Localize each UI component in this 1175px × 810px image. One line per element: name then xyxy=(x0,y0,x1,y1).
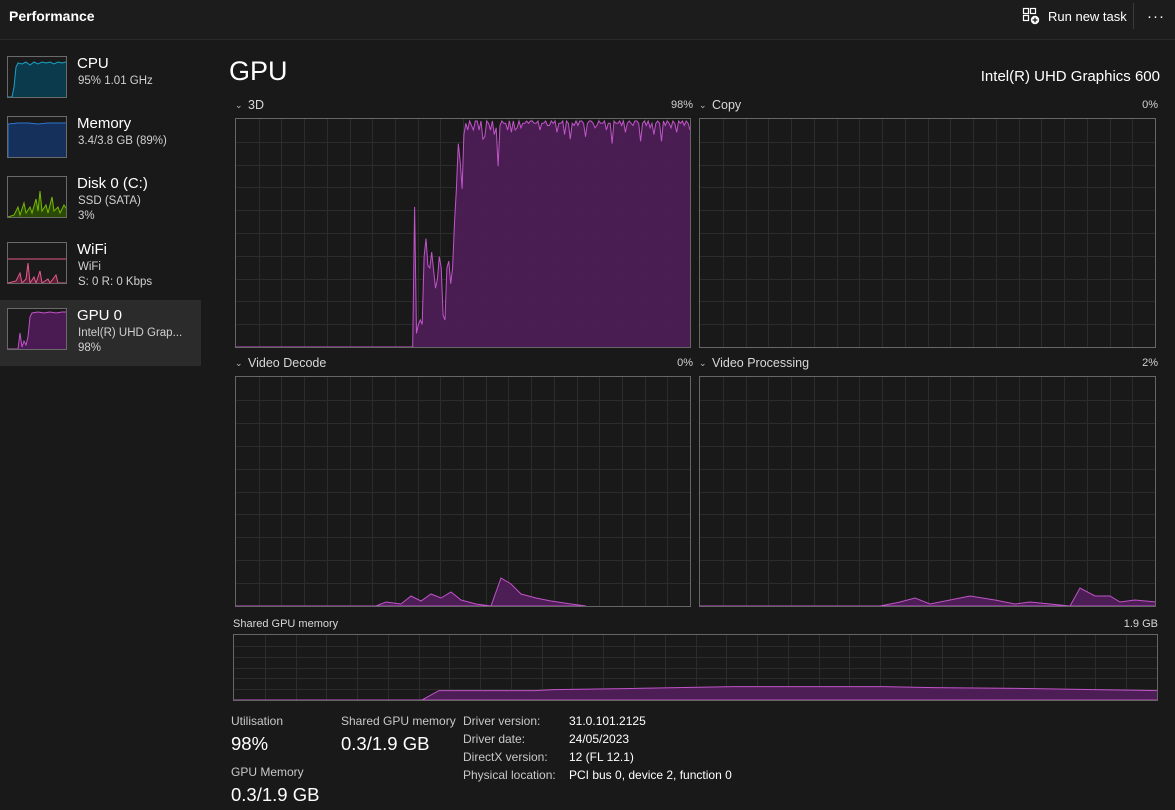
graph-title: Video Processing xyxy=(712,356,810,370)
sidebar-item-gpu[interactable]: GPU 0 Intel(R) UHD Grap... 98% xyxy=(0,300,201,366)
graph-svg xyxy=(700,377,1155,606)
disk-thumbnail-graph xyxy=(7,176,67,218)
more-options-icon: ··· xyxy=(1147,7,1165,25)
sidebar: CPU 95% 1.01 GHz Memory 3.4/3.8 GB (89%)… xyxy=(0,40,201,810)
directx-version-value: 12 (FL 12.1) xyxy=(569,750,634,764)
graph-copy xyxy=(699,118,1156,348)
driver-date-value: 24/05/2023 xyxy=(569,732,630,746)
graph-3d-header[interactable]: ⌄ 3D 98% xyxy=(235,98,693,114)
shared-memory-value: 0.3/1.9 GB xyxy=(341,733,430,754)
sidebar-item-detail: 3.4/3.8 GB (89%) xyxy=(78,135,167,147)
graph-svg xyxy=(236,119,690,347)
title-bar: Performance Run new task ··· xyxy=(0,0,1175,40)
graph-svg xyxy=(700,119,1155,347)
run-new-task-label: Run new task xyxy=(1048,8,1127,24)
gpu-memory-value: 0.3/1.9 GB xyxy=(231,784,320,805)
graph-video-decode xyxy=(235,376,691,607)
sidebar-item-memory[interactable]: Memory 3.4/3.8 GB (89%) xyxy=(0,110,201,176)
utilisation-value: 98% xyxy=(231,733,269,754)
graph-percent: 0% xyxy=(1142,99,1158,111)
cpu-thumbnail-graph xyxy=(7,56,67,98)
chevron-down-icon: ⌄ xyxy=(235,358,243,368)
chevron-down-icon: ⌄ xyxy=(699,100,707,110)
graph-title: Copy xyxy=(712,98,742,112)
graph-svg xyxy=(234,635,1157,700)
memory-thumbnail-graph xyxy=(7,116,67,158)
wifi-thumbnail-graph xyxy=(7,242,67,284)
run-new-task-button[interactable]: Run new task xyxy=(1018,3,1130,29)
graph-video-decode-header[interactable]: ⌄ Video Decode 0% xyxy=(235,356,693,372)
sidebar-item-label: CPU xyxy=(77,55,109,72)
graph-title: 3D xyxy=(248,98,264,112)
utilisation-label: Utilisation xyxy=(231,714,284,728)
sidebar-item-disk[interactable]: Disk 0 (C:) SSD (SATA) 3% xyxy=(0,170,201,236)
series-area xyxy=(234,686,1157,700)
sidebar-item-label: WiFi xyxy=(77,241,107,258)
shared-memory-label: Shared GPU memory xyxy=(341,714,456,728)
graph-copy-header[interactable]: ⌄ Copy 0% xyxy=(699,98,1158,114)
driver-date-label: Driver date: xyxy=(463,732,526,746)
sidebar-item-label: Disk 0 (C:) xyxy=(77,175,148,192)
sidebar-item-wifi[interactable]: WiFi WiFi S: 0 R: 0 Kbps xyxy=(0,236,201,302)
run-task-icon xyxy=(1022,7,1040,25)
sidebar-item-detail: WiFi xyxy=(78,261,101,273)
sidebar-item-label: GPU 0 xyxy=(77,307,123,324)
physical-location-label: Physical location: xyxy=(463,768,556,782)
gpu-title: GPU xyxy=(229,56,288,86)
graph-video-processing-header[interactable]: ⌄ Video Processing 2% xyxy=(699,356,1158,372)
more-options-button[interactable]: ··· xyxy=(1142,3,1170,29)
sidebar-item-detail: 98% xyxy=(78,342,102,354)
sidebar-item-detail: 95% 1.01 GHz xyxy=(78,75,153,87)
shared-memory-graph xyxy=(233,634,1158,701)
graph-title: Shared GPU memory xyxy=(233,618,339,630)
directx-version-label: DirectX version: xyxy=(463,750,548,764)
gpu-memory-label: GPU Memory xyxy=(231,765,304,779)
sidebar-item-detail: Intel(R) UHD Grap... xyxy=(78,327,183,339)
graph-percent: 98% xyxy=(670,99,693,111)
chevron-down-icon: ⌄ xyxy=(235,100,243,110)
gpu-thumbnail-graph xyxy=(7,308,67,350)
gpu-model-name: Intel(R) UHD Graphics 600 xyxy=(980,68,1160,85)
graph-svg xyxy=(236,377,690,606)
graph-percent: 0% xyxy=(677,357,693,369)
sidebar-item-detail: SSD (SATA) xyxy=(78,195,141,207)
sidebar-item-label: Memory xyxy=(77,115,132,132)
toolbar-divider xyxy=(1133,3,1134,29)
driver-version-label: Driver version: xyxy=(463,714,541,728)
sidebar-item-detail: S: 0 R: 0 Kbps xyxy=(78,276,153,288)
series-area xyxy=(236,577,587,606)
graph-max: 1.9 GB xyxy=(1123,618,1158,630)
sidebar-item-detail: 3% xyxy=(78,210,95,222)
driver-version-value: 31.0.101.2125 xyxy=(569,714,646,728)
graph-title: Video Decode xyxy=(248,356,327,370)
shared-memory-graph-header: Shared GPU memory 1.9 GB xyxy=(233,618,1158,632)
physical-location-value: PCI bus 0, device 2, function 0 xyxy=(569,768,732,782)
sidebar-item-cpu[interactable]: CPU 95% 1.01 GHz xyxy=(0,50,201,116)
graph-video-processing xyxy=(699,376,1156,607)
page-title: Performance xyxy=(9,8,95,24)
chevron-down-icon: ⌄ xyxy=(699,358,707,368)
graph-3d xyxy=(235,118,691,348)
graph-percent: 2% xyxy=(1142,357,1158,369)
